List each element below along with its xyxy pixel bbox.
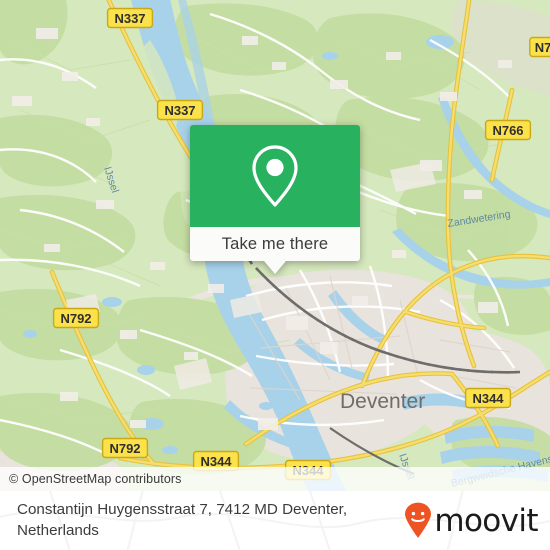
address-line-1: Constantijn Huygensstraat 7, 7412 MD Dev… (17, 501, 348, 518)
moovit-map-card: Deventer IJssel IJssel IJssel Zandweteri… (0, 0, 550, 550)
label-deventer: Deventer (340, 390, 425, 413)
map-place-labels: Deventer (340, 390, 425, 413)
moovit-pin-icon (405, 502, 432, 538)
address-line-2: Netherlands (17, 521, 99, 539)
map-attribution: © OpenStreetMap contributors (0, 467, 550, 491)
attribution-text: © OpenStreetMap contributors (9, 472, 182, 486)
moovit-logo[interactable]: moovit (403, 502, 539, 539)
take-me-there-callout[interactable]: Take me there (190, 125, 360, 274)
callout-tail (264, 261, 286, 274)
callout-action-bar[interactable]: Take me there (190, 227, 360, 274)
moovit-wordmark: moovit (434, 502, 538, 539)
footer-bar: Constantijn Huygensstraat 7, 7412 MD Dev… (0, 491, 550, 550)
map-pin-icon (252, 145, 298, 207)
take-me-there-label: Take me there (221, 234, 329, 253)
callout-icon-panel (190, 125, 360, 227)
address-text: Constantijn Huygensstraat 7, 7412 MD Dev… (17, 500, 347, 541)
